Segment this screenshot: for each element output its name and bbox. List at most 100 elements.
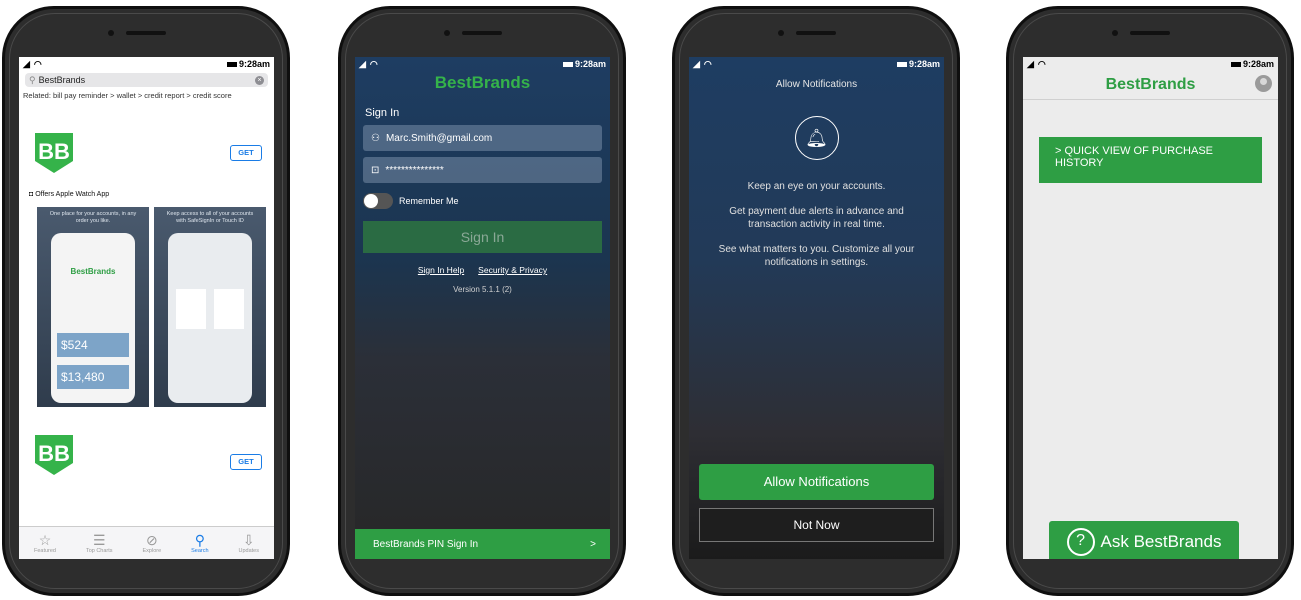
signal-icon: ◢ <box>23 58 30 69</box>
battery-icon <box>226 61 237 67</box>
sign-in-screen: ◢ ◠ 9:28am BestBrands Sign In ⚇ Marc.Smit… <box>355 57 610 559</box>
status-bar: ◢ ◠ 9:28am <box>355 57 610 71</box>
tab-featured[interactable]: ☆ Featured <box>34 532 56 554</box>
tab-bar: ☆ Featured ☰ Top Charts ⊘ Explore ⚲ Search ⇩… <box>19 526 274 559</box>
notifications-screen: ◢ ◠ 9:28am Allow Notifications 🔔︎ Keep an… <box>689 57 944 559</box>
watch-icon: ◘ <box>29 191 34 198</box>
signal-icon: ◢ <box>693 58 700 69</box>
email-value: Marc.Smith@gmail.com <box>385 132 493 144</box>
battery-icon <box>896 61 907 67</box>
sign-in-links: Sign In Help Security & Privacy <box>355 265 610 275</box>
status-time: 9:28am <box>574 59 606 69</box>
screenshot-1[interactable]: One place for your accounts, in any orde… <box>37 207 149 407</box>
battery-icon <box>1230 61 1241 67</box>
bell-icon: 🔔︎ <box>794 116 839 160</box>
sign-in-help-link[interactable]: Sign In Help <box>418 265 464 275</box>
wifi-icon: ◠ <box>1037 58 1046 69</box>
signal-icon: ◢ <box>359 58 366 69</box>
status-time: 9:28am <box>908 59 940 69</box>
not-now-button[interactable]: Not Now <box>699 508 934 542</box>
screenshot-2-caption: Keep access to all of your accounts with… <box>166 211 254 224</box>
phone-home: ◢ ◠ 9:28am BestBrands > QUICK VIEW OF PUR… <box>1006 6 1294 596</box>
pin-sign-in-label: BestBrands PIN Sign In <box>373 538 479 550</box>
touchid-card <box>214 289 244 329</box>
phone-speaker <box>778 30 836 36</box>
clear-icon[interactable]: × <box>255 75 264 85</box>
sign-in-heading: Sign In <box>365 107 400 119</box>
version-text: Version 5.1.1 (2) <box>453 285 512 294</box>
remember-me-toggle[interactable] <box>363 193 393 209</box>
tab-top-charts[interactable]: ☰ Top Charts <box>86 532 113 554</box>
notifications-line-3: See what matters to you. Customize all y… <box>718 244 915 268</box>
screenshot-1-caption: One place for your accounts, in any orde… <box>49 211 137 224</box>
allow-notifications-button[interactable]: Allow Notifications <box>699 464 934 500</box>
home-screen: ◢ ◠ 9:28am BestBrands > QUICK VIEW OF PUR… <box>1023 57 1278 559</box>
quick-view-purchase-history-button[interactable]: > QUICK VIEW OF PURCHASE HISTORY <box>1039 137 1262 183</box>
app-store-screen: ◢ ◠ 9:28am ⚲ BestBrands × Related: bill p… <box>19 57 274 559</box>
updates-icon: ⇩ <box>242 532 255 548</box>
notifications-title: Allow Notifications <box>775 79 858 90</box>
password-field[interactable]: ⊡ *************** <box>363 157 602 183</box>
screenshot-2[interactable]: Keep access to all of your accounts with… <box>154 207 266 407</box>
get-button[interactable]: GET <box>230 454 262 470</box>
search-icon: ⚲ <box>29 74 36 85</box>
device-mockup: BestBrands $524 $13,480 <box>51 233 135 403</box>
user-icon: ⚇ <box>371 132 380 144</box>
get-button[interactable]: GET <box>230 145 262 161</box>
wifi-icon: ◠ <box>369 58 378 69</box>
phone-speaker <box>444 30 502 36</box>
star-icon: ☆ <box>38 532 52 548</box>
signal-icon: ◢ <box>1027 58 1034 69</box>
ask-bestbrands-button[interactable]: ? Ask BestBrands <box>1049 521 1239 559</box>
search-value: BestBrands <box>38 75 86 85</box>
watch-app-label: ◘ Offers Apple Watch App <box>29 191 110 198</box>
search-input[interactable]: ⚲ BestBrands × <box>25 73 268 87</box>
battery-icon <box>562 61 573 67</box>
lock-icon: ⊡ <box>371 164 380 176</box>
remember-me-row: Remember Me <box>363 193 610 209</box>
remember-me-label: Remember Me <box>399 196 459 206</box>
status-time: 9:28am <box>238 59 270 69</box>
search-icon: ⚲ <box>194 532 205 548</box>
balance-card: $13,480 <box>57 365 129 389</box>
password-value: *************** <box>385 164 444 176</box>
device-mockup <box>168 233 252 403</box>
notifications-line-2: Get payment due alerts in advance and tr… <box>729 206 904 230</box>
ask-bestbrands-label: Ask BestBrands <box>1100 532 1222 551</box>
status-bar: ◢ ◠ 9:28am <box>19 57 274 71</box>
avatar-icon[interactable] <box>1255 75 1272 92</box>
pin-sign-in-button[interactable]: BestBrands PIN Sign In > <box>355 529 610 559</box>
safesignin-card <box>176 289 206 329</box>
email-field[interactable]: ⚇ Marc.Smith@gmail.com <box>363 125 602 151</box>
sign-in-button[interactable]: Sign In <box>363 221 602 253</box>
list-icon: ☰ <box>92 532 106 548</box>
wifi-icon: ◠ <box>33 58 42 69</box>
phone-notifications: ◢ ◠ 9:28am Allow Notifications 🔔︎ Keep an… <box>672 6 960 596</box>
tab-explore[interactable]: ⊘ Explore <box>143 532 162 554</box>
related-searches[interactable]: Related: bill pay reminder > wallet > cr… <box>19 89 274 102</box>
notifications-line-1: Keep an eye on your accounts. <box>747 181 886 192</box>
tab-updates[interactable]: ⇩ Updates <box>239 532 260 554</box>
bestbrands-logo-icon[interactable]: BB <box>33 131 75 175</box>
wifi-icon: ◠ <box>703 58 712 69</box>
chevron-right-icon: > <box>590 538 596 550</box>
phone-speaker <box>108 30 166 36</box>
brand-title: BestBrands <box>434 73 531 92</box>
compass-icon: ⊘ <box>145 532 158 548</box>
phone-sign-in: ◢ ◠ 9:28am BestBrands Sign In ⚇ Marc.Smit… <box>338 6 626 596</box>
bestbrands-logo-icon[interactable]: BB <box>33 433 75 477</box>
question-icon: ? <box>1066 528 1095 556</box>
svg-text:BB: BB <box>38 441 70 466</box>
svg-text:BB: BB <box>38 139 70 164</box>
balance-card: $524 <box>57 333 129 357</box>
home-header: BestBrands <box>1023 71 1278 100</box>
security-privacy-link[interactable]: Security & Privacy <box>478 265 547 275</box>
phone-speaker <box>1112 30 1170 36</box>
status-time: 9:28am <box>1242 59 1274 69</box>
status-bar: ◢ ◠ 9:28am <box>689 57 944 71</box>
brand-title: BestBrands <box>1105 76 1196 93</box>
phone-app-store: ◢ ◠ 9:28am ⚲ BestBrands × Related: bill p… <box>2 6 290 596</box>
device-brand: BestBrands <box>70 267 116 276</box>
status-bar: ◢ ◠ 9:28am <box>1023 57 1278 71</box>
tab-search[interactable]: ⚲ Search <box>191 532 208 554</box>
